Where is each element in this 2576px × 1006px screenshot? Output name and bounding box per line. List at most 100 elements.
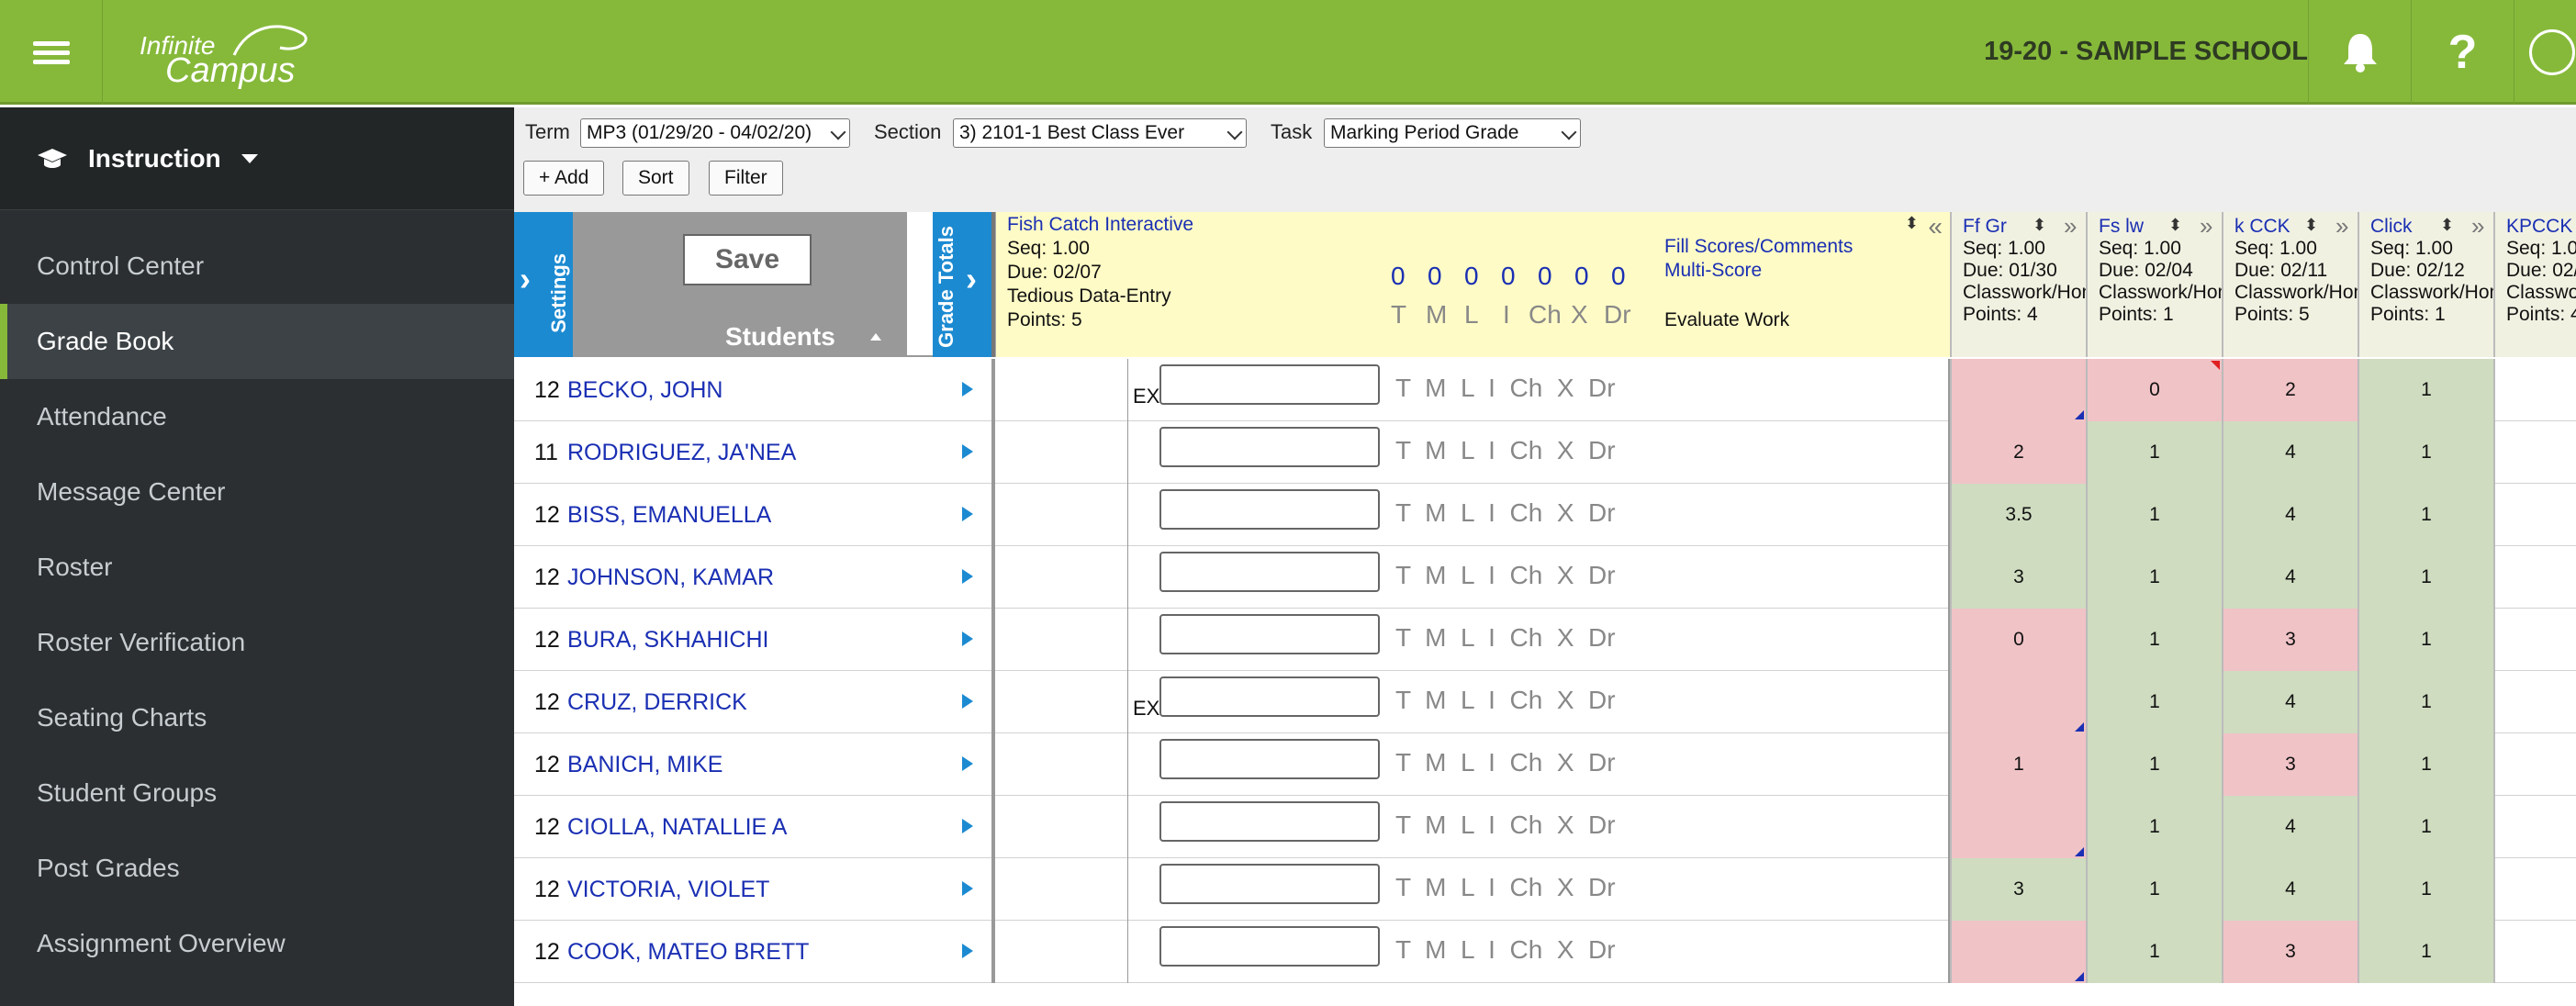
sidebar-item-grade-book[interactable]: Grade Book [0,304,514,379]
term-select[interactable]: MP3 (01/29/20 - 04/02/20) [580,118,850,148]
flag-buttons[interactable]: T M L I Ch X Dr [1395,561,1616,590]
expand-right-icon[interactable]: » [2335,212,2348,240]
student-name-link[interactable]: BURA, SKHAHICHI [567,627,768,654]
assignment-column-header[interactable]: Fs lw Seq: 1.00 Due: 02/04 Classwork/Hom… [2086,212,2222,357]
column-name[interactable]: KPCCK [2506,216,2576,238]
score-cell[interactable]: 1 [2358,546,2493,609]
section-select[interactable]: 3) 2101-1 Best Class Ever [953,118,1247,148]
flag-buttons[interactable]: T M L I Ch X Dr [1395,498,1616,528]
expand-student-icon[interactable] [962,756,973,771]
score-cell[interactable]: 1 [2086,796,2222,858]
student-name-link[interactable]: BISS, EMANUELLA [567,502,771,529]
score-cell[interactable] [2493,421,2576,484]
score-cell[interactable]: 0 [1950,609,2086,671]
score-cell[interactable]: 1 [2086,858,2222,921]
assignment-column-header[interactable]: Ff Gr Seq: 1.00 Due: 01/30 Classwork/Hom… [1950,212,2086,357]
score-input[interactable] [1159,864,1380,904]
score-cell[interactable]: 1 [2086,421,2222,484]
score-cell[interactable]: 1 [2358,733,2493,796]
assignment-name-link[interactable]: Fish Catch Interactive [1007,214,1193,236]
flag-buttons[interactable]: T M L I Ch X Dr [1395,436,1616,465]
score-cell[interactable]: 1 [2086,733,2222,796]
sort-button[interactable]: Sort [622,161,689,196]
score-cell[interactable]: 1 [2358,921,2493,983]
help-icon[interactable]: ? [2411,0,2514,105]
score-cell[interactable]: 3 [2222,733,2358,796]
score-cell[interactable]: 4 [2222,796,2358,858]
grade-totals-toggle[interactable]: Grade Totals › [933,212,991,357]
save-button[interactable]: Save [683,234,812,285]
assignment-column-header[interactable]: k CCK Seq: 1.00 Due: 02/11 Classwork/Hom… [2222,212,2358,357]
score-cell[interactable]: 1 [2086,609,2222,671]
score-cell[interactable] [2493,733,2576,796]
expand-student-icon[interactable] [962,382,973,397]
instruction-menu-toggle[interactable]: Instruction [0,107,514,210]
score-cell[interactable] [2493,546,2576,609]
score-cell[interactable]: 1 [2358,421,2493,484]
assignment-column-header[interactable]: Click Seq: 1.00 Due: 02/12 Classwork/Hom… [2358,212,2493,357]
sidebar-item-attendance[interactable]: Attendance [0,379,514,454]
sort-arrows-icon[interactable]: ⬍ [2168,216,2182,235]
score-cell[interactable]: 3 [1950,858,2086,921]
score-cell[interactable]: 3 [1950,546,2086,609]
score-cell[interactable]: 1 [2358,671,2493,733]
score-input[interactable] [1159,427,1380,467]
sidebar-item-student-groups[interactable]: Student Groups [0,755,514,831]
filter-button[interactable]: Filter [709,161,783,196]
fill-scores-link[interactable]: Fill Scores/Comments [1664,236,1853,258]
expand-student-icon[interactable] [962,632,973,646]
expand-right-icon[interactable]: » [2471,212,2484,240]
assignment-column-header[interactable]: KPCCK Seq: 1.00 Due: 02/ Classwork Point… [2493,212,2576,357]
score-input[interactable] [1159,739,1380,779]
score-cell[interactable]: 4 [2222,546,2358,609]
score-cell[interactable] [1950,359,2086,421]
flag-buttons[interactable]: T M L I Ch X Dr [1395,374,1616,403]
score-cell[interactable]: 3 [2222,609,2358,671]
score-cell[interactable]: 4 [2222,671,2358,733]
hamburger-menu-icon[interactable] [0,0,103,105]
add-button[interactable]: + Add [523,161,605,196]
flag-buttons[interactable]: T M L I Ch X Dr [1395,873,1616,902]
flag-buttons[interactable]: T M L I Ch X Dr [1395,623,1616,653]
score-input[interactable] [1159,489,1380,530]
score-cell[interactable] [2493,359,2576,421]
sort-arrows-icon[interactable]: ⬍ [2033,216,2046,235]
score-cell[interactable]: 1 [2358,858,2493,921]
score-cell[interactable]: 4 [2222,858,2358,921]
expand-right-icon[interactable]: » [2064,212,2077,240]
score-cell[interactable]: 1 [1950,733,2086,796]
score-cell[interactable]: 2 [1950,421,2086,484]
score-cell[interactable]: 4 [2222,484,2358,546]
sidebar-item-control-center[interactable]: Control Center [0,229,514,304]
score-cell[interactable]: 1 [2086,546,2222,609]
score-cell[interactable]: 0 [2086,359,2222,421]
score-cell[interactable] [2493,858,2576,921]
score-input[interactable] [1159,364,1380,405]
score-cell[interactable]: 1 [2358,484,2493,546]
student-name-link[interactable]: RODRIGUEZ, JA'NEA [567,440,796,466]
sidebar-item-assignment-overview[interactable]: Assignment Overview [0,906,514,981]
score-cell[interactable] [1950,671,2086,733]
students-sort-label[interactable]: Students [725,322,835,352]
flag-buttons[interactable]: T M L I Ch X Dr [1395,935,1616,965]
sidebar-item-roster[interactable]: Roster [0,530,514,605]
score-cell[interactable]: 4 [2222,421,2358,484]
score-cell[interactable]: 2 [2222,359,2358,421]
sort-arrows-icon[interactable]: ⬍ [2440,216,2454,235]
score-cell[interactable]: 1 [2358,359,2493,421]
score-cell[interactable]: 1 [2358,796,2493,858]
sidebar-item-seating-charts[interactable]: Seating Charts [0,680,514,755]
score-cell[interactable] [2493,609,2576,671]
score-cell[interactable] [1950,921,2086,983]
score-cell[interactable]: 3.5 [1950,484,2086,546]
expand-right-icon[interactable]: » [2200,212,2212,240]
student-name-link[interactable]: BANICH, MIKE [567,752,722,778]
student-name-link[interactable]: BECKO, JOHN [567,377,722,404]
collapse-left-icon[interactable]: « [1928,212,1943,241]
score-cell[interactable] [2493,671,2576,733]
student-name-link[interactable]: CIOLLA, NATALLIE A [567,814,787,841]
score-cell[interactable] [2493,921,2576,983]
sort-arrows-icon[interactable]: ⬍ [2304,216,2318,235]
multi-score-link[interactable]: Multi-Score [1664,260,1762,282]
sidebar-item-message-center[interactable]: Message Center [0,454,514,530]
